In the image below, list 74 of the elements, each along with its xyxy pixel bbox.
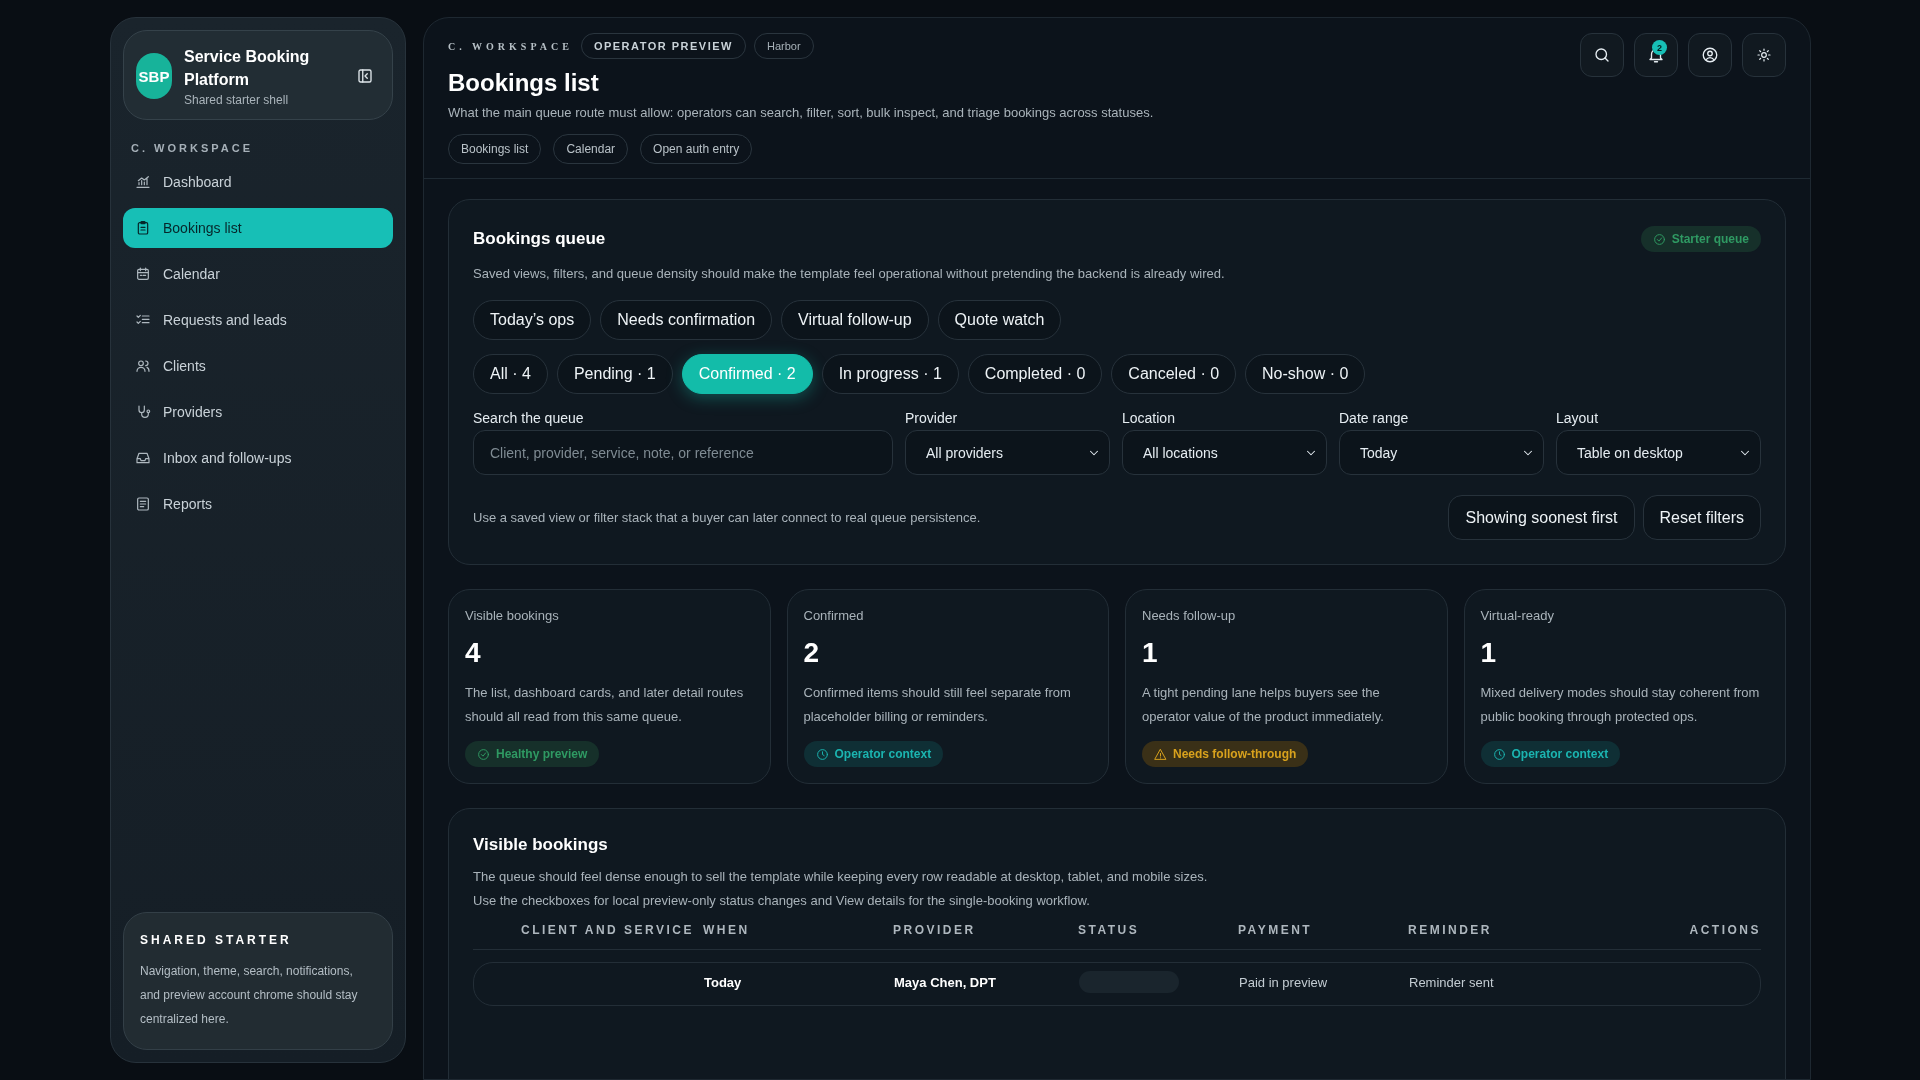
dropdown[interactable]: Today <box>1339 430 1544 475</box>
status-badge: Operator context <box>803 741 944 767</box>
status-badge: Needs follow-through <box>1142 741 1309 767</box>
nav-item[interactable]: Calendar <box>123 254 393 294</box>
dropdown[interactable]: Table on desktop <box>1556 430 1761 475</box>
dropdown[interactable]: All locations <box>1122 430 1327 475</box>
status-filter-chip[interactable]: All · 4 <box>473 354 548 394</box>
action-button[interactable]: Showing soonest first <box>1448 495 1635 540</box>
column-header: REMINDER <box>1408 923 1493 937</box>
app-title: Service Booking Platform <box>184 47 311 90</box>
column-header: STATUS <box>1078 923 1141 937</box>
stat-description: Confirmed items should still feel separate from placeholder billing or reminders. <box>803 684 1072 726</box>
status-badge: Healthy preview <box>465 741 600 767</box>
action-button[interactable]: Reset filters <box>1642 495 1761 540</box>
nav-item[interactable]: Inbox and follow-ups <box>123 438 393 478</box>
section-description: Saved views, filters, and queue density should make the template feel operational without pretending the backend is already wired. <box>473 265 1226 283</box>
page-description: What the main queue route must allow: operators can search, filter, sort, bulk inspect, and triage bookings across statuses. <box>448 105 1154 120</box>
stat-description: Mixed delivery modes should stay coherent from public booking through protected ops. <box>1480 684 1761 726</box>
status-filter-chip[interactable]: Canceled · 0 <box>1111 354 1237 394</box>
stat-value: 1 <box>1480 637 1498 669</box>
app-subtitle: Shared starter shell <box>184 93 290 107</box>
saved-view-chip[interactable]: Virtual follow-up <box>781 300 929 340</box>
section-title: Bookings queue <box>473 229 606 249</box>
field-label: Layout <box>1556 410 1600 426</box>
section-description: The queue should feel dense enough to sell the template while keeping every row readable at desktop, tablet, and mobile sizes. Use the checkboxes for local preview-only status changes and View details for the single-booking workflow. <box>473 868 1209 910</box>
search-field[interactable]: Client, provider, service, note, or reference <box>473 430 893 475</box>
status-filter-chip[interactable]: No-show · 0 <box>1245 354 1366 394</box>
nav-item[interactable]: Dashboard <box>123 162 393 202</box>
column-header: PAYMENT <box>1238 923 1314 937</box>
table-cell-text: Maya Chen, DPT <box>894 975 997 990</box>
stat-label: Needs follow-up <box>1142 608 1237 623</box>
section-title: Visible bookings <box>473 835 609 855</box>
field-label: Provider <box>905 410 959 426</box>
column-header: PROVIDER <box>893 923 977 937</box>
section-label: C. WORKSPACE <box>131 142 254 154</box>
nav-item[interactable]: Providers <box>123 392 393 432</box>
table-cell-text: Reminder sent <box>1409 975 1495 990</box>
status-badge: Operator context <box>1480 741 1621 767</box>
helper-text: Use a saved view or filter stack that a buyer can later connect to real queue persistence. <box>473 510 981 525</box>
card-title: SHARED STARTER <box>140 933 293 947</box>
stat-label: Visible bookings <box>465 608 560 623</box>
saved-view-chip[interactable]: Needs confirmation <box>600 300 773 340</box>
stat-label: Virtual-ready <box>1480 608 1555 623</box>
stat-value: 2 <box>803 637 821 669</box>
status-filter-chip[interactable]: In progress · 1 <box>821 354 959 394</box>
notification-badge: 2 <box>1652 40 1667 55</box>
table-cell-text: Today <box>704 975 743 990</box>
stat-description: The list, dashboard cards, and later detail routes should all read from this same queue. <box>465 684 745 726</box>
stat-description: A tight pending lane helps buyers see the operator value of the product immediately. <box>1142 684 1385 726</box>
notifications-button[interactable]: 2 <box>1634 33 1678 77</box>
column-header: WHEN <box>703 923 751 937</box>
card-text: Navigation, theme, search, notifications, and preview account chrome should stay centralized here. <box>140 963 359 1028</box>
nav-item[interactable]: Clients <box>123 346 393 386</box>
table-cell-text: Paid in preview <box>1239 975 1329 990</box>
column-header: ACTIONS <box>1688 923 1761 937</box>
logo-badge: SBP <box>136 53 172 99</box>
nav-item[interactable]: Bookings list <box>123 208 393 248</box>
field-label: Location <box>1122 410 1176 426</box>
stat-label: Confirmed <box>803 608 865 623</box>
dropdown[interactable]: All providers <box>905 430 1110 475</box>
status-filter-chip[interactable]: Completed · 0 <box>967 354 1103 394</box>
saved-view-chip[interactable]: Quote watch <box>937 300 1062 340</box>
field-label: Date range <box>1339 410 1410 426</box>
eyebrow-label: C. WORKSPACE <box>448 40 573 52</box>
stat-value: 4 <box>465 637 482 669</box>
page-title: Bookings list <box>448 69 600 97</box>
field-label: Search the queue <box>473 410 585 426</box>
status-filter-chip[interactable]: Pending · 1 <box>556 354 673 394</box>
status-badge: Starter queue <box>1640 226 1761 252</box>
column-header: CLIENT AND SERVICE <box>520 923 695 937</box>
stat-value: 1 <box>1142 637 1159 669</box>
nav-item[interactable]: Requests and leads <box>123 300 393 340</box>
nav-item[interactable]: Reports <box>123 484 393 524</box>
saved-view-chip[interactable]: Today’s ops <box>473 300 592 340</box>
